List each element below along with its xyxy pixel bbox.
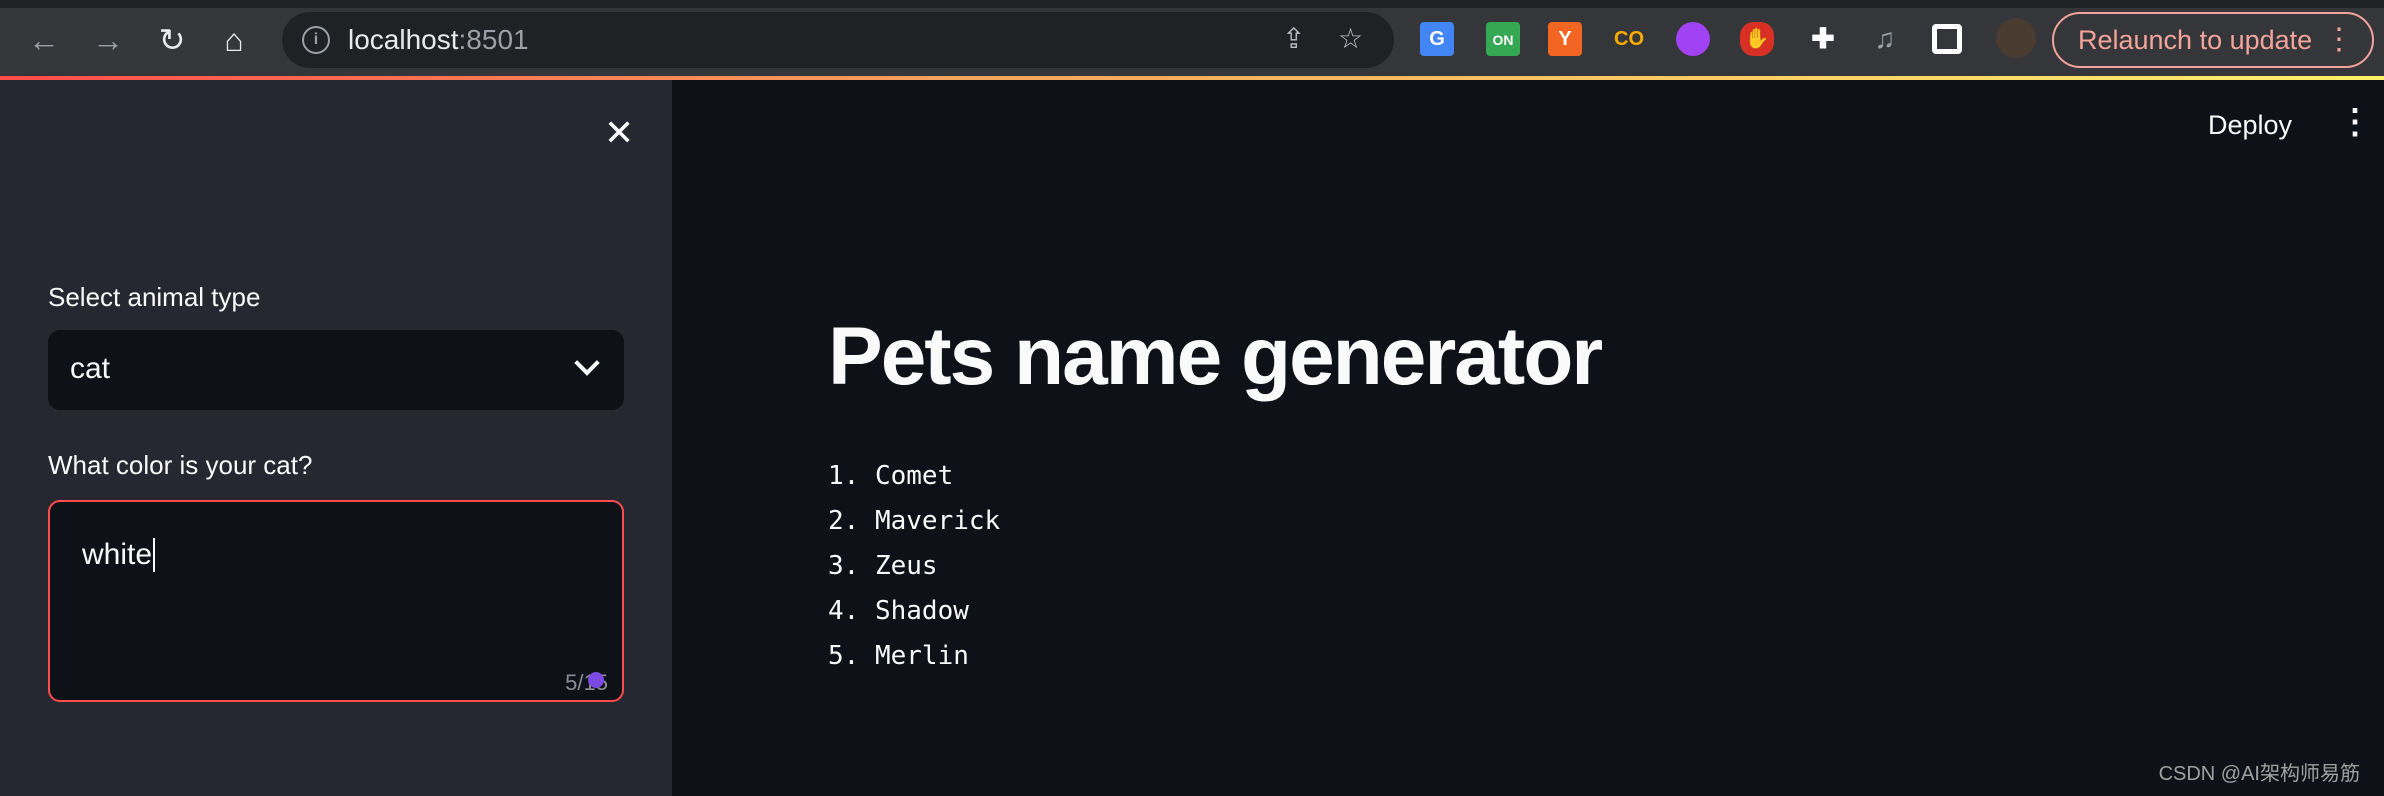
textarea-value: white	[82, 538, 156, 572]
list-item: 4. Shadow	[828, 596, 969, 626]
chevron-down-icon	[574, 350, 600, 376]
back-icon[interactable]: ←	[24, 22, 64, 58]
y-combinator-icon[interactable]: Y	[1548, 22, 1582, 56]
watermark: CSDN @AI架构师易筋	[2158, 763, 2360, 785]
close-sidebar-icon[interactable]: ✕	[604, 112, 634, 154]
textarea-label: What color is your cat?	[48, 450, 313, 480]
url-text: localhost:8501	[348, 24, 529, 55]
page-title: Pets name generator	[828, 311, 1603, 402]
home-icon[interactable]: ⌂	[214, 22, 254, 58]
sidebar: ✕ Select animal type cat What color is y…	[0, 80, 672, 796]
cursor-dot-icon	[588, 672, 604, 688]
bookmark-star-icon[interactable]: ☆	[1338, 22, 1363, 55]
pet-names-list: 1. Comet 2. Maverick 3. Zeus 4. Shadow 5…	[828, 454, 1000, 679]
select-label: Select animal type	[48, 282, 261, 312]
brain-extension-icon[interactable]	[1676, 22, 1710, 56]
profile-avatar[interactable]	[1996, 18, 2036, 58]
colab-icon[interactable]: CO	[1612, 22, 1646, 56]
tab-strip	[0, 0, 2384, 8]
deploy-button[interactable]: Deploy	[2208, 110, 2292, 141]
reload-icon[interactable]: ↻	[152, 22, 192, 58]
list-item: 3. Zeus	[828, 551, 938, 581]
list-item: 2. Maverick	[828, 506, 1001, 536]
main-menu-icon[interactable]: ⋮	[2338, 102, 2372, 142]
address-bar[interactable]: i localhost:8501 ⇪ ☆	[282, 12, 1394, 68]
list-item: 1. Comet	[828, 461, 954, 491]
browser-menu-icon[interactable]: ⋮	[2324, 14, 2354, 66]
list-item: 5. Merlin	[828, 641, 969, 671]
forward-icon[interactable]: →	[88, 22, 128, 58]
main-content: Deploy ⋮ Pets name generator 1. Comet 2.…	[672, 80, 2384, 796]
extensions-puzzle-icon[interactable]: ✚	[1806, 22, 1840, 56]
share-icon[interactable]: ⇪	[1282, 22, 1305, 55]
select-value: cat	[70, 352, 111, 385]
media-control-icon[interactable]: ♫	[1868, 22, 1902, 56]
relaunch-button[interactable]: Relaunch to update ⋮	[2052, 12, 2374, 68]
on-extension-icon[interactable]: ON	[1486, 22, 1520, 56]
animal-type-select[interactable]: cat	[48, 330, 624, 410]
browser-toolbar: ← → ↻ ⌂ i localhost:8501 ⇪ ☆ G ON Y CO ✋…	[0, 0, 2384, 76]
adblock-icon[interactable]: ✋	[1740, 22, 1774, 56]
info-icon[interactable]: i	[302, 26, 330, 54]
pet-color-textarea[interactable]: white 5/15	[48, 500, 624, 702]
google-translate-icon[interactable]: G	[1420, 22, 1454, 56]
side-panel-icon[interactable]	[1932, 24, 1962, 54]
